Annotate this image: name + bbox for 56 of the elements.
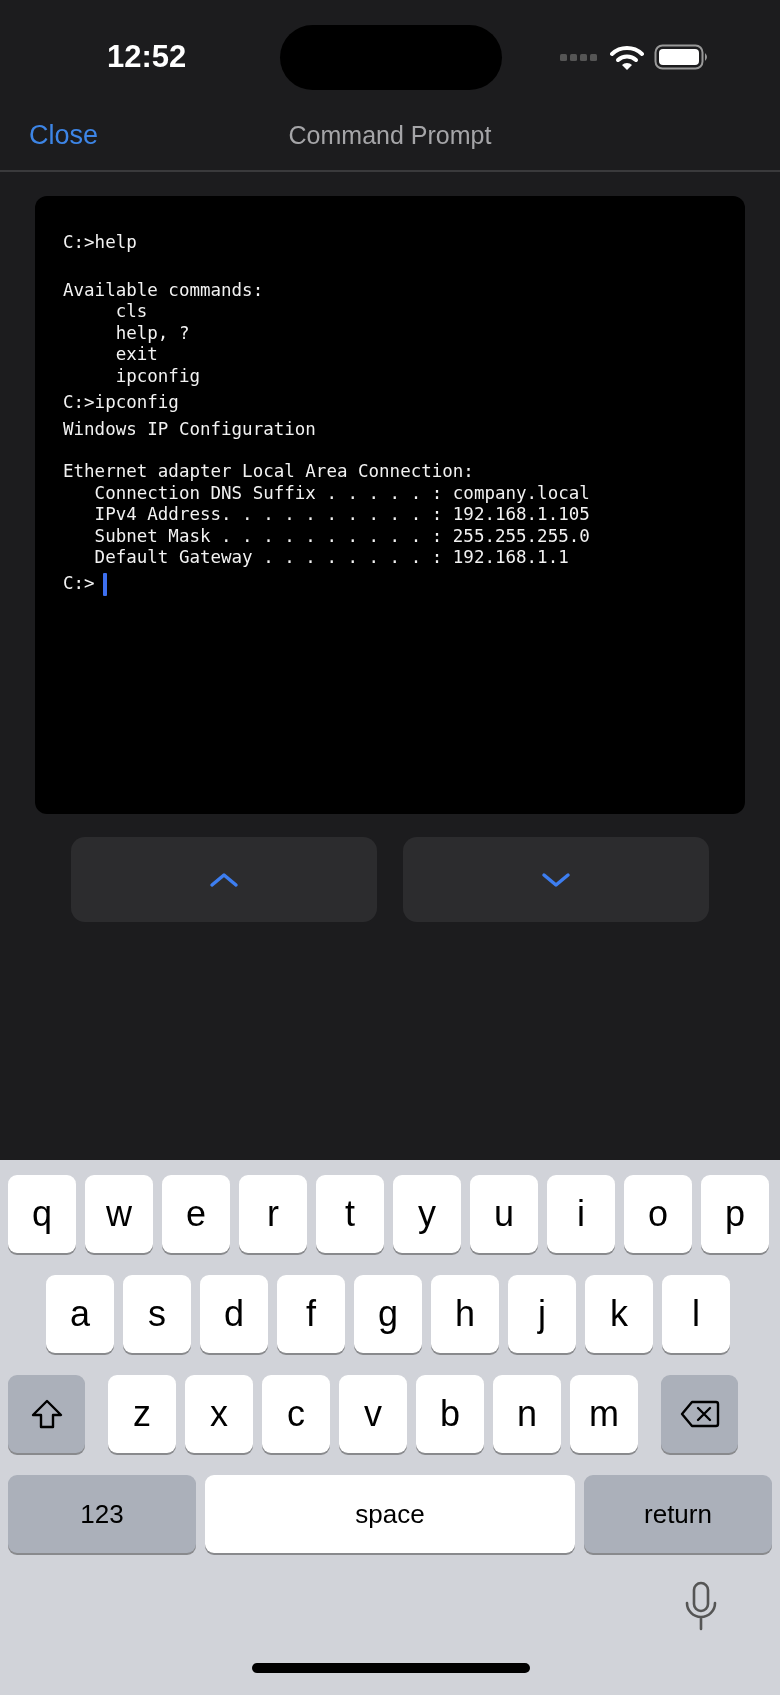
letter-key[interactable]: p (701, 1175, 769, 1253)
letter-key[interactable]: m (570, 1375, 638, 1453)
battery-icon (654, 44, 710, 70)
close-button[interactable]: Close (29, 119, 99, 151)
terminal-output-line: Subnet Mask . . . . . . . . . . : 255.255.255.0 (93, 525, 590, 547)
terminal-output-line: cls (114, 301, 148, 323)
numbers-key[interactable]: 123 (8, 1475, 196, 1553)
letter-key[interactable]: e (162, 1175, 230, 1253)
chevron-down-icon (541, 871, 571, 888)
letter-key[interactable]: w (85, 1175, 153, 1253)
letter-key[interactable]: u (470, 1175, 538, 1253)
terminal-output-line: IPv4 Address. . . . . . . . . . : 192.168.1.105 (93, 504, 590, 526)
letter-key[interactable]: r (239, 1175, 307, 1253)
letter-key[interactable]: h (431, 1275, 499, 1353)
terminal-output-line: Available commands: (63, 279, 264, 301)
letter-key[interactable]: b (416, 1375, 484, 1453)
terminal-output-line: Ethernet adapter Local Area Connection: (63, 461, 474, 483)
chevron-up-icon (209, 871, 239, 888)
letter-key[interactable]: t (316, 1175, 384, 1253)
status-time: 12:52 (107, 39, 188, 75)
letter-key[interactable]: c (262, 1375, 330, 1453)
terminal-output-line: help, ? (114, 322, 190, 344)
terminal-prompt: C:> (63, 573, 95, 595)
letter-key[interactable]: g (354, 1275, 422, 1353)
terminal-command: C:>help (63, 232, 137, 254)
return-key[interactable]: return (584, 1475, 772, 1553)
terminal-output-line: Default Gateway . . . . . . . . : 192.168.1.1 (93, 547, 569, 569)
letter-key[interactable]: j (508, 1275, 576, 1353)
screen-title: Command Prompt (288, 120, 492, 150)
terminal-command: C:>ipconfig (63, 392, 179, 414)
letter-key[interactable]: n (493, 1375, 561, 1453)
letter-key[interactable]: i (547, 1175, 615, 1253)
shift-icon (29, 1399, 64, 1429)
terminal-output-line: exit (114, 344, 158, 366)
microphone-icon[interactable] (684, 1581, 718, 1633)
letter-key[interactable]: a (46, 1275, 114, 1353)
backspace-icon (679, 1400, 720, 1428)
letter-key[interactable]: k (585, 1275, 653, 1353)
wifi-icon (610, 44, 644, 70)
letter-key[interactable]: x (185, 1375, 253, 1453)
letter-key[interactable]: q (8, 1175, 76, 1253)
letter-key[interactable]: y (393, 1175, 461, 1253)
letter-key[interactable]: z (108, 1375, 176, 1453)
terminal-output-line: Connection DNS Suffix . . . . . : company.local (93, 482, 590, 504)
delete-key[interactable] (661, 1375, 738, 1453)
shift-key[interactable] (8, 1375, 85, 1453)
signal-icon (560, 52, 600, 62)
space-key[interactable]: space (205, 1475, 575, 1553)
letter-key[interactable]: d (200, 1275, 268, 1353)
letter-key[interactable]: f (277, 1275, 345, 1353)
letter-key[interactable]: l (662, 1275, 730, 1353)
terminal-output-line: Windows IP Configuration (63, 418, 316, 440)
letter-key[interactable]: v (339, 1375, 407, 1453)
letter-key[interactable]: s (123, 1275, 191, 1353)
letter-key[interactable]: o (624, 1175, 692, 1253)
terminal-output-line: ipconfig (114, 365, 200, 387)
